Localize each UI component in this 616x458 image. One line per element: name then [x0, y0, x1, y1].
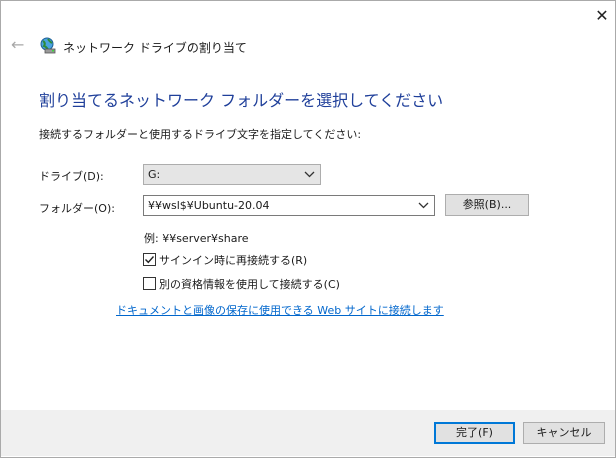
window-title: ネットワーク ドライブの割り当て: [63, 41, 247, 55]
folder-input-value: ¥¥wsl$¥Ubuntu-20.04: [148, 199, 270, 212]
reconnect-label: サインイン時に再接続する(R): [159, 254, 308, 267]
folder-input[interactable]: ¥¥wsl$¥Ubuntu-20.04: [143, 195, 435, 216]
drive-select-value: G:: [148, 168, 161, 181]
cancel-button[interactable]: キャンセル: [523, 422, 605, 444]
other-credentials-label: 別の資格情報を使用して接続する(C): [159, 278, 340, 291]
browse-button[interactable]: 参照(B)...: [445, 194, 529, 216]
chevron-down-icon: [304, 171, 315, 178]
check-icon: [145, 256, 155, 264]
map-network-drive-dialog: ✕ ← ネットワーク ドライブの割り当て 割り当てるネットワーク フォルダーを選…: [0, 0, 616, 458]
drive-label: ドライブ(D):: [39, 170, 104, 183]
connect-website-link[interactable]: ドキュメントと画像の保存に使用できる Web サイトに接続します: [116, 302, 444, 318]
reconnect-checkbox[interactable]: [143, 253, 156, 266]
dialog-footer: 完了(F) キャンセル: [1, 410, 615, 456]
drive-select[interactable]: G:: [143, 164, 321, 185]
instruction-text: 接続するフォルダーと使用するドライブ文字を指定してください:: [39, 128, 362, 141]
other-credentials-option[interactable]: 別の資格情報を使用して接続する(C): [143, 276, 373, 292]
back-arrow-icon[interactable]: ←: [11, 37, 27, 53]
reconnect-option[interactable]: サインイン時に再接続する(R): [143, 252, 343, 268]
chevron-down-icon[interactable]: [418, 199, 429, 211]
finish-button[interactable]: 完了(F): [434, 422, 515, 444]
folder-label: フォルダー(O):: [39, 202, 115, 215]
page-heading: 割り当てるネットワーク フォルダーを選択してください: [39, 91, 444, 110]
example-text: 例: ¥¥server¥share: [144, 232, 249, 245]
other-credentials-checkbox[interactable]: [143, 277, 156, 290]
close-button[interactable]: ✕: [593, 7, 611, 25]
network-drive-icon: [39, 37, 56, 54]
